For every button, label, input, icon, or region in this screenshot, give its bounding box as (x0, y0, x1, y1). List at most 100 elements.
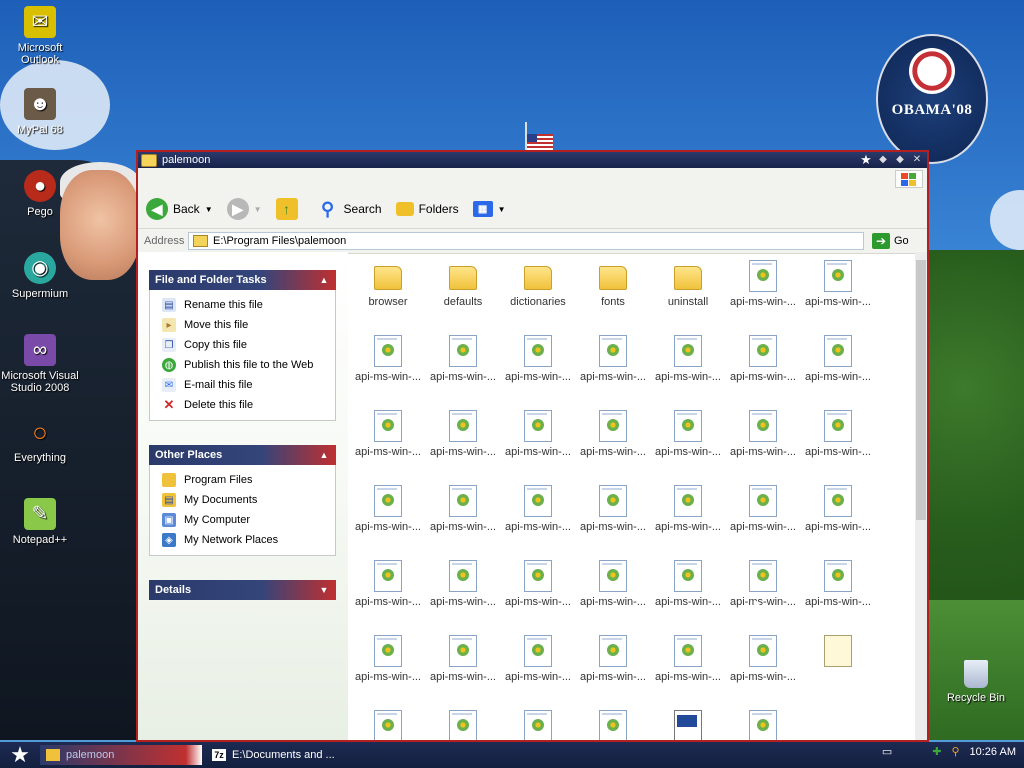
file-item[interactable] (650, 710, 726, 740)
explorer-window[interactable]: palemoon ★ ◆ ◆ ✕ ◀ Back ▼ ▶ ▼ ↑ ⚲ Search… (136, 150, 929, 742)
file-item[interactable]: api-ms-win-... (725, 635, 801, 683)
file-item[interactable]: api-ms-win-... (575, 485, 651, 533)
file-item[interactable]: api-ms-win-... (500, 335, 576, 383)
dropdown-arrow-icon[interactable]: ▼ (498, 205, 506, 214)
address-input[interactable]: E:\Program Files\palemoon (188, 232, 864, 250)
dropdown-arrow-icon[interactable]: ▼ (254, 205, 262, 214)
file-item[interactable]: api-ms-win-... (725, 335, 801, 383)
file-item[interactable]: api-ms-win-... (500, 560, 576, 608)
collapse-icon[interactable]: ▲ (318, 274, 330, 286)
up-button[interactable]: ↑ (275, 198, 303, 220)
file-item[interactable]: api-ms-win-... (575, 635, 651, 683)
task-rename[interactable]: ▤ Rename this file (162, 295, 335, 315)
folder-item[interactable]: defaults (425, 260, 501, 308)
file-item[interactable]: api-ms-win-... (650, 560, 726, 608)
folder-item[interactable]: uninstall (650, 260, 726, 308)
file-item[interactable]: api-ms-win-... (800, 410, 876, 458)
desktop-icon-outlook[interactable]: ✉ Microsoft Outlook (0, 6, 80, 66)
file-item[interactable]: api-ms-win-... (500, 410, 576, 458)
file-item[interactable]: api-ms-win-... (650, 635, 726, 683)
file-item[interactable]: api-ms-win-... (725, 485, 801, 533)
file-item[interactable]: api-ms-win-... (800, 485, 876, 533)
file-item[interactable] (500, 710, 576, 740)
file-item[interactable]: api-ms-win-... (725, 410, 801, 458)
file-item[interactable]: api-ms-win-... (575, 335, 651, 383)
folder-item[interactable]: dictionaries (500, 260, 576, 308)
task-move[interactable]: ▸ Move this file (162, 315, 335, 335)
place-my-computer[interactable]: ▣ My Computer (162, 510, 335, 530)
task-email[interactable]: ✉ E-mail this file (162, 375, 335, 395)
expand-icon[interactable]: ▼ (318, 584, 330, 596)
file-item[interactable]: api-ms-win-... (350, 335, 426, 383)
file-item[interactable]: api-ms-win-... (575, 410, 651, 458)
network-icon[interactable]: ✚ (932, 745, 941, 758)
file-item[interactable]: api-ms-win-... (350, 560, 426, 608)
file-item[interactable]: api-ms-win-... (650, 335, 726, 383)
desktop-icon-mypal[interactable]: ☻ MyPal 68 (0, 88, 80, 136)
file-item[interactable]: api-ms-win-... (425, 485, 501, 533)
file-item[interactable] (800, 635, 876, 671)
file-item[interactable]: api-ms-win-... (425, 335, 501, 383)
desktop-icon-notepadpp[interactable]: ✎ Notepad++ (0, 498, 80, 546)
keyboard-icon[interactable]: ▭ (882, 745, 892, 758)
close-button[interactable]: ✕ (910, 154, 924, 166)
back-button[interactable]: ◀ Back ▼ (146, 198, 213, 220)
file-item[interactable]: api-ms-win-... (425, 410, 501, 458)
desktop-icon-supermium[interactable]: ◉ Supermium (0, 252, 80, 300)
desktop-icon-everything[interactable]: ○ Everything (0, 416, 80, 464)
file-item[interactable]: api-ms-win-... (800, 560, 876, 608)
file-item[interactable]: api-ms-win-... (725, 260, 801, 308)
desktop-icon-pego[interactable]: ● Pego (0, 170, 80, 218)
desktop-icon-recycle-bin[interactable]: Recycle Bin (940, 660, 1012, 704)
panel-header[interactable]: Details ▼ (149, 580, 336, 600)
file-item[interactable]: api-ms-win-... (350, 635, 426, 683)
place-program-files[interactable]: Program Files (162, 470, 335, 490)
vertical-scrollbar[interactable] (915, 252, 927, 740)
desktop-icon-visual-studio[interactable]: ∞ Microsoft Visual Studio 2008 (0, 334, 80, 394)
taskbar-button-palemoon[interactable]: palemoon (40, 745, 202, 765)
file-item[interactable]: api-ms-win-... (500, 485, 576, 533)
minimize-button[interactable]: ◆ (876, 154, 890, 166)
file-item[interactable]: api-ms-win-... (500, 635, 576, 683)
task-publish[interactable]: ◍ Publish this file to the Web (162, 355, 335, 375)
file-item[interactable] (425, 710, 501, 740)
file-item[interactable]: api-ms-win-... (650, 410, 726, 458)
forward-button[interactable]: ▶ ▼ (226, 198, 262, 220)
panel-header[interactable]: File and Folder Tasks ▲ (149, 270, 336, 290)
file-item[interactable] (350, 710, 426, 740)
collapse-icon[interactable]: ▲ (318, 449, 330, 461)
dropdown-arrow-icon[interactable]: ▼ (205, 205, 213, 214)
window-titlebar[interactable]: palemoon ★ ◆ ◆ ✕ (138, 152, 927, 168)
maximize-button[interactable]: ◆ (893, 154, 907, 166)
task-copy[interactable]: ❐ Copy this file (162, 335, 335, 355)
search-button[interactable]: ⚲ Search (317, 198, 382, 220)
menu-bar[interactable] (138, 168, 927, 190)
file-item[interactable] (725, 710, 801, 740)
views-button[interactable]: ▦ ▼ (472, 201, 506, 217)
clock[interactable]: 10:26 AM (970, 746, 1016, 758)
file-item[interactable]: api-ms-win-... (800, 260, 876, 308)
folder-item[interactable]: browser (350, 260, 426, 308)
task-delete[interactable]: ✕ Delete this file (162, 395, 335, 415)
file-item[interactable]: api-ms-win-... (425, 635, 501, 683)
file-item[interactable]: api-ms-win-... (350, 410, 426, 458)
file-item[interactable]: api-ms-win-... (350, 485, 426, 533)
place-network[interactable]: ◈ My Network Places (162, 530, 335, 550)
folders-button[interactable]: Folders (395, 202, 459, 216)
folder-icon (599, 266, 627, 290)
file-item[interactable]: api-ms-win-... (575, 560, 651, 608)
go-button[interactable]: ➔ Go (872, 233, 909, 249)
file-item[interactable]: api-ms-win-... (650, 485, 726, 533)
panel-header[interactable]: Other Places ▲ (149, 445, 336, 465)
forward-arrow-icon: ▶ (226, 198, 249, 220)
file-item[interactable]: api-ms-win-... (725, 560, 801, 608)
scrollbar-thumb[interactable] (916, 260, 926, 520)
search-tray-icon[interactable]: ⚲ (951, 745, 959, 758)
file-item[interactable] (575, 710, 651, 740)
place-my-documents[interactable]: ▤ My Documents (162, 490, 335, 510)
folder-item[interactable]: fonts (575, 260, 651, 308)
taskbar-button-documents[interactable]: 7z E:\Documents and ... (206, 745, 341, 765)
file-item[interactable]: api-ms-win-... (425, 560, 501, 608)
start-button[interactable]: ★ (0, 742, 40, 768)
file-item[interactable]: api-ms-win-... (800, 335, 876, 383)
